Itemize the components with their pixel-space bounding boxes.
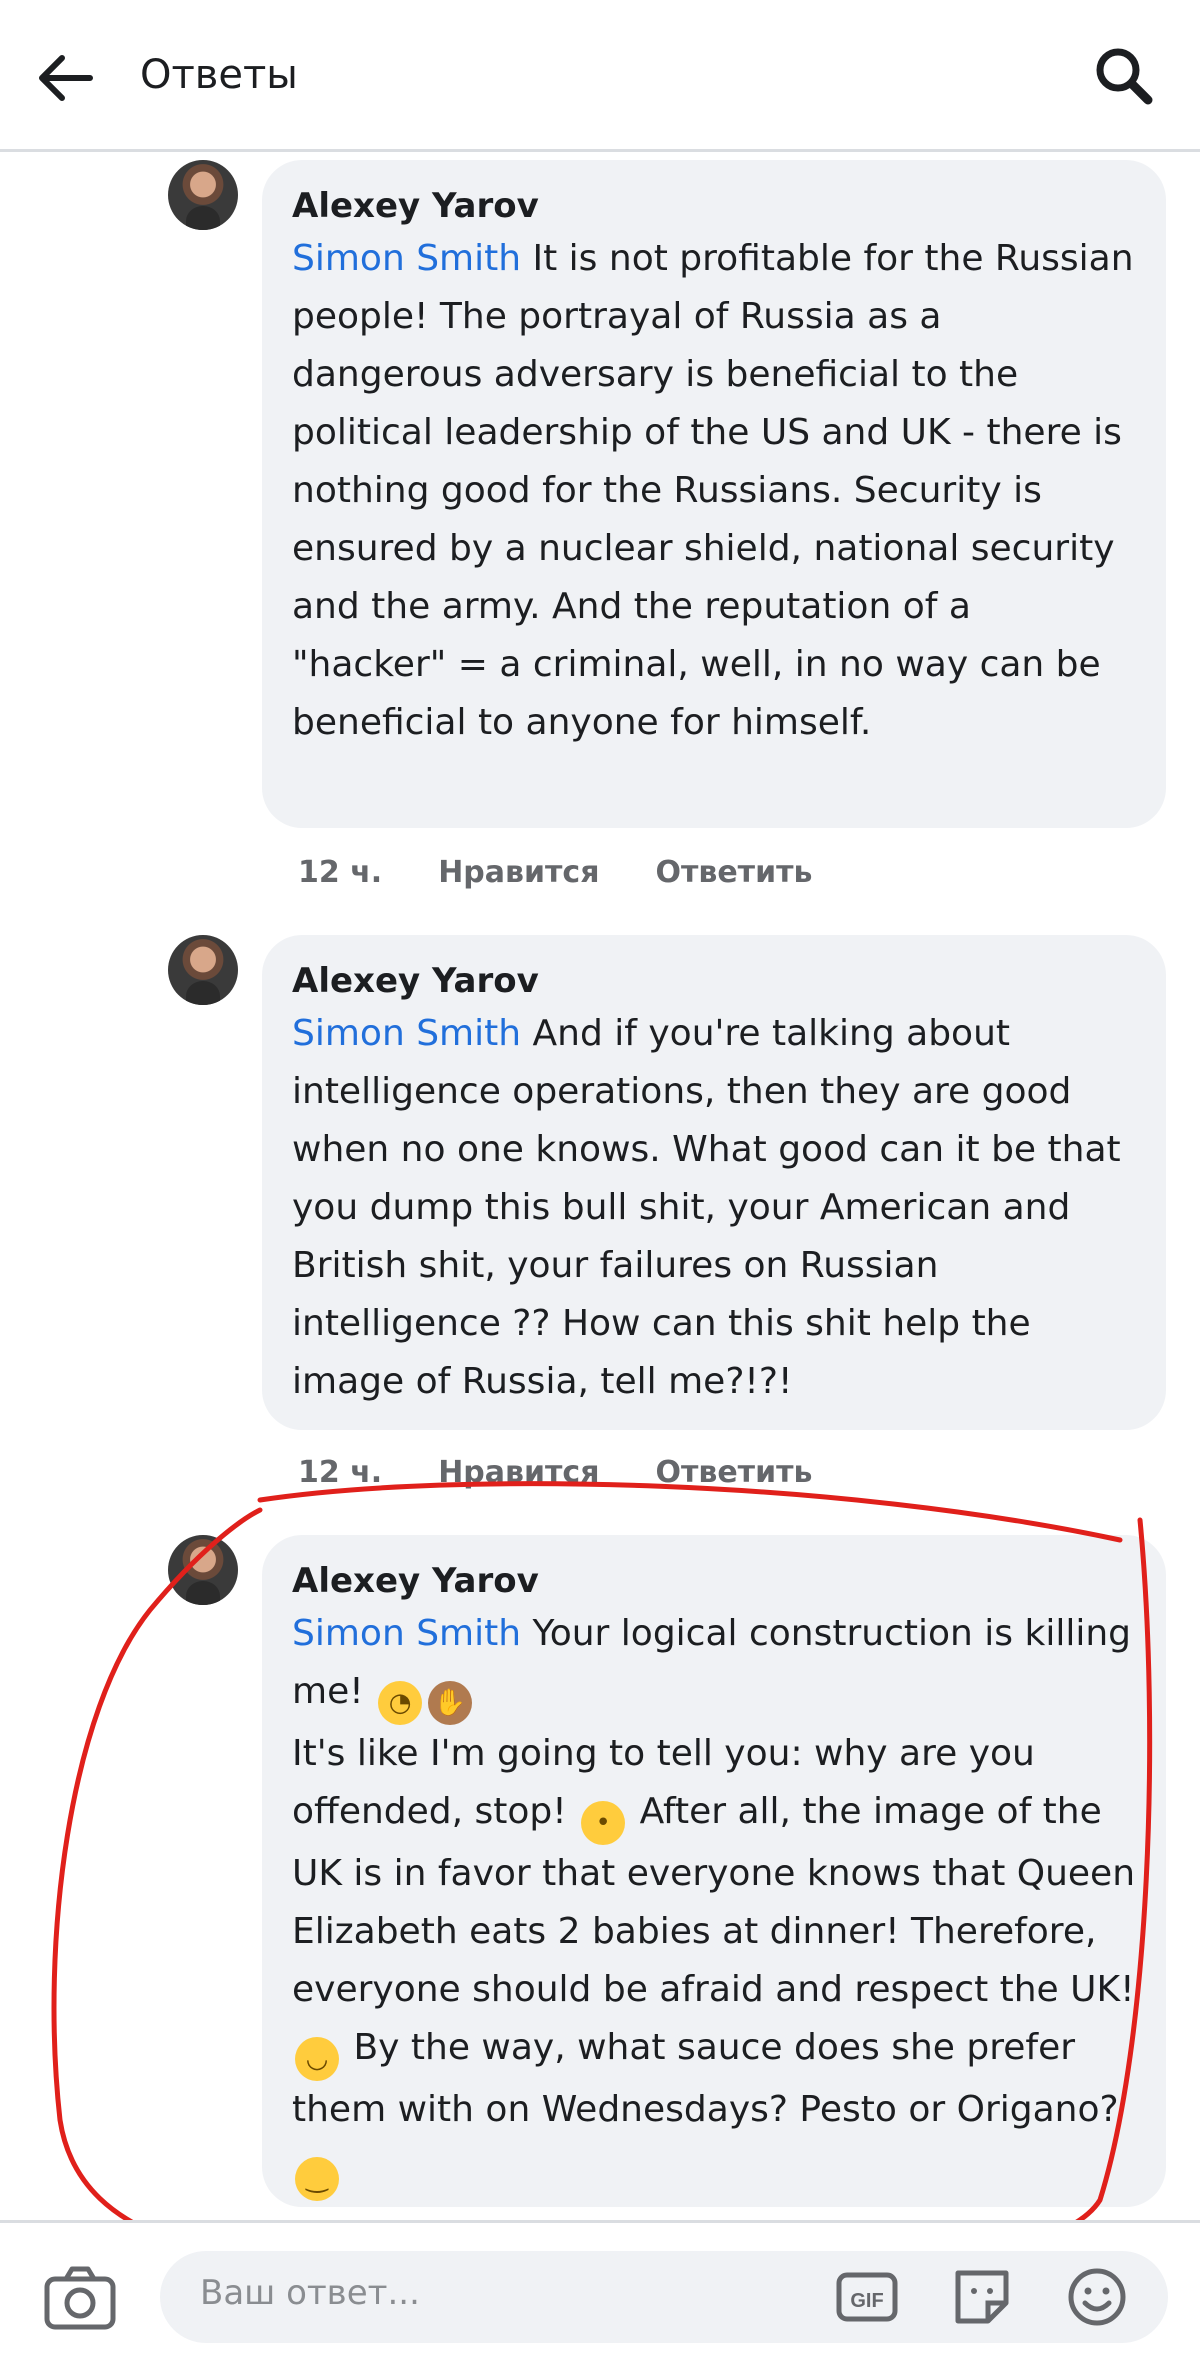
comment-text: Simon Smith It is not profitable for the… <box>292 230 1136 752</box>
reply-bar: Ваш ответ... GIF <box>0 2220 1200 2370</box>
reply-button[interactable]: Ответить <box>655 1455 812 1490</box>
back-button[interactable] <box>30 42 102 114</box>
avatar[interactable] <box>168 160 238 230</box>
sweat-smile-emoji-icon: ◡ <box>295 2037 339 2081</box>
sticker-button[interactable] <box>950 2265 1014 2329</box>
search-icon <box>1096 48 1153 105</box>
comment-time: 12 ч. <box>298 855 383 890</box>
top-bar: Ответы <box>0 0 1200 152</box>
mention-link[interactable]: Simon Smith <box>292 1613 521 1654</box>
like-button[interactable]: Нравится <box>438 1455 599 1490</box>
comment-author[interactable]: Alexey Yarov <box>292 957 1136 1005</box>
avatar[interactable] <box>168 935 238 1005</box>
comment-actions: 12 ч. Нравится Ответить <box>298 1455 868 1490</box>
comment-bubble: Alexey Yarov Simon Smith Your logical co… <box>262 1535 1166 2207</box>
camera-icon <box>44 2266 116 2330</box>
page-title: Ответы <box>140 52 298 98</box>
gif-icon: GIF <box>836 2272 898 2322</box>
arrow-left-icon <box>39 55 93 101</box>
comment-time: 12 ч. <box>298 1455 383 1490</box>
smiley-icon <box>1068 2268 1126 2326</box>
see-no-evil-monkey-icon: ✋ <box>428 1681 473 1725</box>
comment-text: Simon Smith Your logical construction is… <box>292 1605 1136 2201</box>
comment-author[interactable]: Alexey Yarov <box>292 182 1136 230</box>
replies-screen: Ответы Alexey Yarov Simon Smith It is no… <box>0 0 1200 2370</box>
smirk-emoji-icon: ‿ <box>295 2157 339 2201</box>
camera-button[interactable] <box>42 2263 118 2333</box>
avatar[interactable] <box>168 1535 238 1605</box>
comment-actions: 12 ч. Нравится Ответить <box>298 855 868 890</box>
eye-roll-emoji-icon: ◔ <box>378 1681 423 1725</box>
like-button[interactable]: Нравится <box>438 855 599 890</box>
sticker-icon <box>955 2270 1009 2324</box>
reply-input[interactable]: Ваш ответ... GIF <box>160 2251 1168 2343</box>
comment-text: Simon Smith And if you're talking about … <box>292 1005 1136 1411</box>
reply-placeholder: Ваш ответ... <box>200 2273 420 2313</box>
raised-eyebrow-emoji-icon: • <box>581 1801 626 1845</box>
search-button[interactable] <box>1088 40 1160 112</box>
mention-link[interactable]: Simon Smith <box>292 238 521 279</box>
comment-body: And if you're talking about intelligence… <box>292 1013 1121 1402</box>
gif-label: GIF <box>850 2290 883 2312</box>
comment-body: It is not profitable for the Russian peo… <box>292 238 1134 743</box>
comment-author[interactable]: Alexey Yarov <box>292 1557 1136 1605</box>
gif-button[interactable]: GIF <box>835 2269 899 2325</box>
emoji-button[interactable] <box>1065 2265 1129 2329</box>
reply-button[interactable]: Ответить <box>655 855 812 890</box>
comment-bubble: Alexey Yarov Simon Smith It is not profi… <box>262 160 1166 828</box>
comment-body-part-4: By the way, what sauce does she prefer t… <box>292 2027 1119 2130</box>
comment-bubble: Alexey Yarov Simon Smith And if you're t… <box>262 935 1166 1430</box>
mention-link[interactable]: Simon Smith <box>292 1013 521 1054</box>
